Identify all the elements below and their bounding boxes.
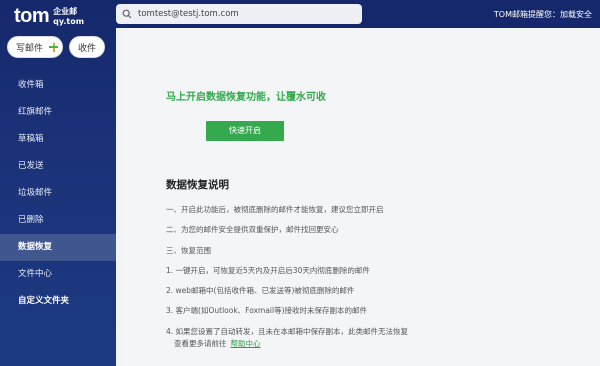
folder-list: 收件箱 红旗邮件 草稿箱 已发送 垃圾邮件 已删除 数据恢复 文件中心 自定义文… [0,72,116,315]
main-content: 马上开启数据恢复功能，让覆水可收 快速开启 数据恢复说明 一、开启此功能后，被彻… [124,28,600,366]
search-box[interactable] [116,4,362,24]
sidebar-item-sent[interactable]: 已发送 [0,153,116,180]
user-notice[interactable]: TOM邮箱提醒您：加载安全 [494,9,592,20]
logo-text: tom [14,5,50,27]
sidebar-item-inbox[interactable]: 收件箱 [0,72,116,99]
description-line: 一、开启此功能后，被彻底删除的邮件才能恢复，建议您立即开启 [166,205,384,214]
logo-sub-line1: 企业邮 [53,6,78,16]
description-line: 三、恢复范围 [166,245,211,255]
description-list: 一、开启此功能后，被彻底删除的邮件才能恢复，建议您立即开启 二、为您的邮件安全提… [166,200,408,342]
sidebar: tom 企业邮 qy.tom 写邮件 收件 收件箱 红旗邮件 草稿箱 已发送 垃… [0,0,116,366]
description-line: 3. 客户端(如Outlook、Foxmail等)接收时未保存副本的邮件 [166,306,368,316]
recovery-headline: 马上开启数据恢复功能，让覆水可收 [166,92,326,103]
sidebar-item-data-recovery[interactable]: 数据恢复 [0,234,116,261]
plus-icon [49,42,58,52]
sidebar-item-flagged[interactable]: 红旗邮件 [0,99,116,126]
brand-logo[interactable]: tom 企业邮 qy.tom [14,5,84,28]
more-info: 查看更多请前往 帮助中心 [174,338,261,349]
sidebar-item-drafts[interactable]: 草稿箱 [0,126,116,153]
sidebar-item-deleted[interactable]: 已删除 [0,207,116,234]
action-buttons: 写邮件 收件 [7,36,105,58]
search-icon [122,9,132,19]
description-line: 2. web邮箱中(包括收件箱、已发送等)被彻底删除的邮件 [166,286,355,296]
logo-sub-line2: qy.tom [53,16,85,26]
description-line: 二、为您的邮件安全提供双重保护，邮件找回更安心 [166,225,339,235]
compose-label: 写邮件 [15,43,43,54]
description-line: 1. 一键开启，可恢复近5天内及开启后30天内彻底删除的邮件 [166,265,370,275]
sidebar-item-spam[interactable]: 垃圾邮件 [0,180,116,207]
logo-subtitle: 企业邮 qy.tom [53,7,84,27]
receive-button[interactable]: 收件 [69,36,105,58]
sidebar-item-file-center[interactable]: 文件中心 [0,261,116,288]
divider [116,28,124,366]
receive-label: 收件 [77,43,96,54]
help-center-link[interactable]: 帮助中心 [231,339,261,348]
quick-enable-button[interactable]: 快速开启 [206,121,284,141]
search-input[interactable] [138,9,338,19]
more-info-text: 查看更多请前往 [174,339,227,348]
compose-button[interactable]: 写邮件 [7,36,63,58]
section-title: 数据恢复说明 [166,179,229,191]
sidebar-item-custom-folders[interactable]: 自定义文件夹 [0,288,116,315]
top-bar: TOM邮箱提醒您：加载安全 [116,0,600,28]
